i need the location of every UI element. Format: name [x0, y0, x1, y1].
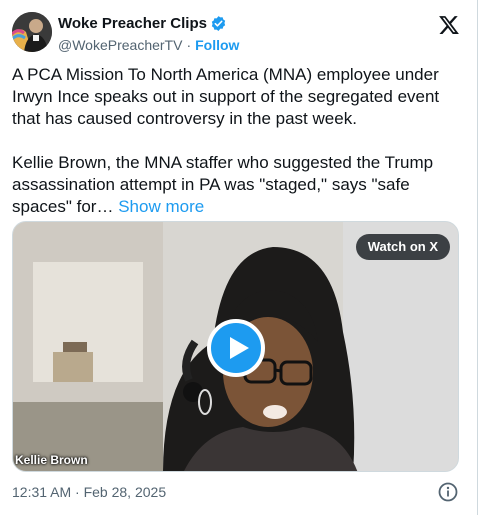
tweet-text: A PCA Mission To North America (MNA) emp… — [12, 64, 464, 218]
play-button[interactable] — [207, 319, 265, 377]
timestamp[interactable]: 12:31 AM · Feb 28, 2025 — [12, 484, 166, 500]
tweet-header: Woke Preacher Clips @WokePreacherTV · Fo… — [12, 10, 466, 56]
author-info: Woke Preacher Clips @WokePreacherTV · Fo… — [58, 13, 239, 55]
tweet-paragraph-text: Kellie Brown, the MNA staffer who sugges… — [12, 153, 434, 216]
info-icon[interactable] — [438, 482, 458, 502]
video-caption: Kellie Brown — [15, 453, 88, 467]
x-logo-icon[interactable] — [438, 14, 460, 36]
tweet-footer: 12:31 AM · Feb 28, 2025 — [12, 482, 464, 504]
display-name[interactable]: Woke Preacher Clips — [58, 15, 207, 32]
show-more-link[interactable]: Show more — [118, 197, 204, 216]
play-icon — [230, 337, 249, 359]
tweet-paragraph: Kellie Brown, the MNA staffer who sugges… — [12, 152, 464, 218]
watch-on-x-button[interactable]: Watch on X — [355, 234, 450, 260]
video-player[interactable]: Watch on X Kellie Brown — [12, 221, 459, 472]
avatar[interactable] — [12, 12, 52, 52]
tweet-card: Woke Preacher Clips @WokePreacherTV · Fo… — [0, 0, 478, 515]
tweet-paragraph: A PCA Mission To North America (MNA) emp… — [12, 65, 440, 128]
handle[interactable]: @WokePreacherTV — [58, 37, 182, 53]
verified-badge-icon — [210, 15, 227, 32]
follow-button[interactable]: Follow — [195, 37, 239, 53]
separator: · — [186, 37, 192, 53]
